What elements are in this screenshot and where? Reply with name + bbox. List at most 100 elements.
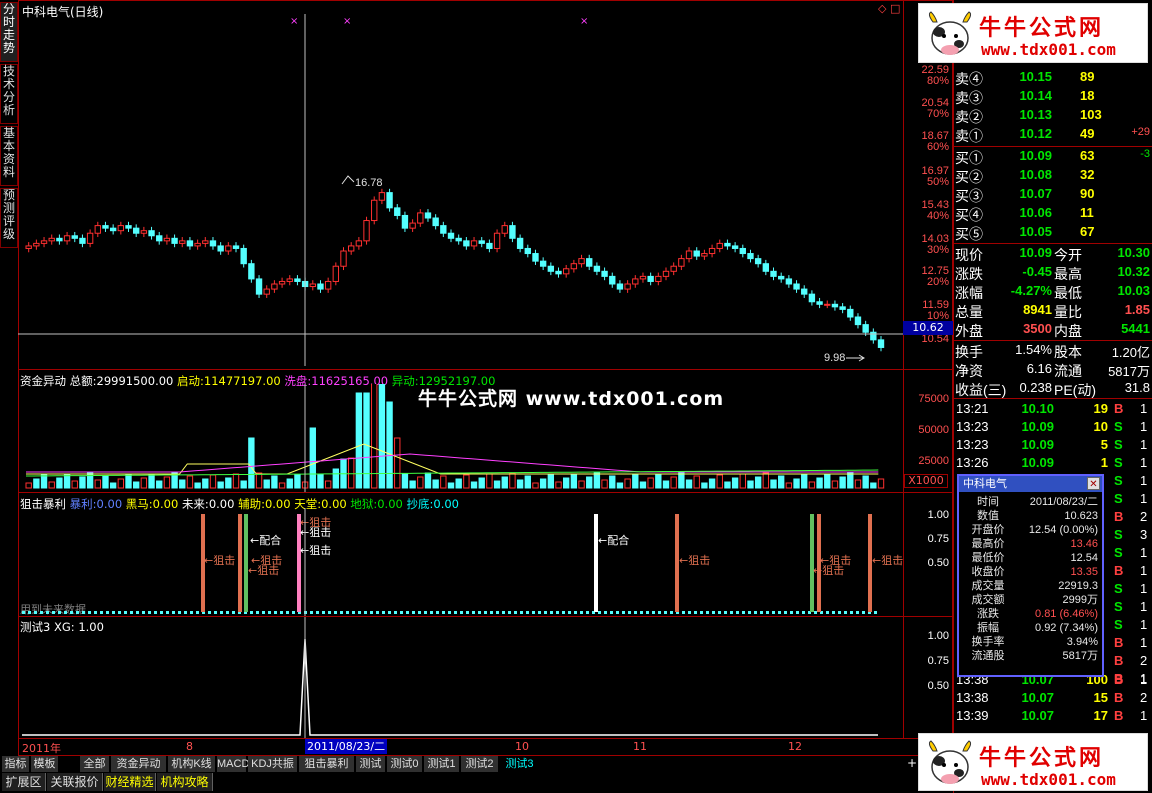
tick-volume: 15 xyxy=(1093,690,1108,705)
fund-key: 流通 xyxy=(1054,363,1082,379)
top-banner[interactable]: 牛牛公式网 www.tdx001.com xyxy=(918,3,1148,63)
pct-value: 70% xyxy=(926,108,949,120)
divider xyxy=(953,398,1152,399)
quote-key: 现价 xyxy=(955,247,983,263)
tick-volume: 5 xyxy=(1100,437,1108,452)
svg-text:9.98: 9.98 xyxy=(824,352,845,364)
close-icon[interactable]: ✕ xyxy=(1087,477,1100,490)
tick-count: 1 xyxy=(1140,635,1148,650)
quote-key: 量比 xyxy=(1054,304,1082,320)
tick-count: 1 xyxy=(1140,545,1148,560)
tick-price: 10.09 xyxy=(1021,437,1054,452)
tab-snipe[interactable]: 狙击暴利 xyxy=(299,756,355,772)
svg-text:×: × xyxy=(580,16,588,27)
funds-chart[interactable] xyxy=(18,384,903,492)
tab-intraday[interactable]: 分时走势 xyxy=(0,2,18,62)
tick-price: 10.10 xyxy=(1021,401,1054,416)
snipe-axis-075: 0.75 xyxy=(927,533,949,545)
quote-value: 10.03 xyxy=(1117,283,1150,298)
current-price-tag: 10.62 xyxy=(903,321,953,335)
tab-expand-area[interactable]: 扩展区 xyxy=(2,773,46,791)
tab-test0[interactable]: 测试0 xyxy=(387,756,423,772)
fund-value: 1.20亿 xyxy=(1111,345,1150,360)
quote-key: 最高 xyxy=(1054,266,1082,282)
add-tab-button[interactable]: + xyxy=(907,756,917,770)
selected-date: 2011/08/23/二 xyxy=(305,739,388,754)
sell-price[interactable]: 10.13 xyxy=(988,107,1052,126)
popup-title: 中科电气 xyxy=(963,477,1007,490)
tab-test1[interactable]: 测试1 xyxy=(424,756,460,772)
tab-inst-kline[interactable]: 机构K线 xyxy=(168,756,216,772)
snipe-chart[interactable]: ←狙击 ←狙击←狙击←狙击←配合←狙击 ←狙击←狙击←狙击←配合←狙击←狙击 xyxy=(18,508,903,616)
tab-inst-strategy[interactable]: 机构攻略 xyxy=(157,773,213,791)
tab-template[interactable]: 模板 xyxy=(31,756,59,772)
popup-titlebar: 中科电气 ✕ xyxy=(959,476,1102,492)
sell-price[interactable]: 10.12 xyxy=(988,126,1052,145)
tick-side: B xyxy=(1114,672,1124,687)
info-popup[interactable]: 中科电气 ✕ 时间 2011/08/23/二 数值 10.623 开盘价 12.54 (0… xyxy=(957,474,1104,677)
popup-row: 时间 2011/08/23/二 xyxy=(959,495,1102,509)
fund-key: 股本 xyxy=(1054,344,1082,360)
sell-price[interactable]: 10.14 xyxy=(988,88,1052,107)
popup-key: 成交额 xyxy=(971,594,1005,606)
buy-change xyxy=(1120,186,1150,205)
buy-level-label: 买④ xyxy=(955,207,983,223)
tick-side: S xyxy=(1114,599,1123,614)
svg-text:×: × xyxy=(290,16,298,27)
tab-test2[interactable]: 测试2 xyxy=(461,756,499,772)
tick-count: 1 xyxy=(1140,708,1148,723)
tab-funds[interactable]: 资金异动 xyxy=(111,756,167,772)
tick-side: S xyxy=(1114,473,1123,488)
tick-count: 1 xyxy=(1140,491,1148,506)
tab-kdj[interactable]: KDJ共振 xyxy=(248,756,298,772)
buy-price[interactable]: 10.05 xyxy=(988,224,1052,243)
buy-price[interactable]: 10.09 xyxy=(988,148,1052,167)
tab-related-quote[interactable]: 关联报价 xyxy=(47,773,103,791)
tick-side: B xyxy=(1114,401,1124,416)
tab-fundamentals[interactable]: 基本资料 xyxy=(0,126,18,186)
popup-value: 5817万 xyxy=(1062,650,1098,662)
buy-price[interactable]: 10.07 xyxy=(988,186,1052,205)
quote-key: 外盘 xyxy=(955,323,983,339)
popup-value: 22919.3 xyxy=(1058,580,1098,592)
tick-side: B xyxy=(1114,708,1124,723)
tab-all[interactable]: 全部 xyxy=(80,756,110,772)
popup-row: 最低价 12.54 xyxy=(959,551,1102,565)
year-label: 2011年 xyxy=(22,742,61,755)
panel-divider xyxy=(18,492,953,493)
tab-indicator[interactable]: 指标 xyxy=(2,756,30,772)
price-axis-label: 11.59 10% xyxy=(905,300,949,322)
tab-forecast[interactable]: 预测评级 xyxy=(0,188,18,248)
tab-test3[interactable]: 测试3 xyxy=(500,756,540,772)
pct-value: 30% xyxy=(926,244,949,256)
popup-key: 开盘价 xyxy=(971,524,1005,536)
banner-title: 牛牛公式网 xyxy=(979,746,1105,771)
tick-side: B xyxy=(1114,690,1124,705)
quote-value: -4.27% xyxy=(1010,283,1052,298)
tab-macd[interactable]: MACD xyxy=(217,756,249,772)
tab-test[interactable]: 测试 xyxy=(356,756,386,772)
popup-row: 最高价 13.46 xyxy=(959,537,1102,551)
buy-price[interactable]: 10.06 xyxy=(988,205,1052,224)
bottom-banner[interactable]: 牛牛公式网 www.tdx001.com xyxy=(918,733,1148,791)
sell-level-label: 卖① xyxy=(955,128,983,144)
divider xyxy=(953,146,1152,147)
tick-time: 13:23 xyxy=(956,437,989,452)
snipe-axis-05: 0.50 xyxy=(927,557,949,569)
popup-rows: 时间 2011/08/23/二 数值 10.623 开盘价 12.54 (0.00%) 最高… xyxy=(959,492,1102,663)
xg-chart[interactable] xyxy=(18,617,903,738)
test-axis-075: 0.75 xyxy=(927,655,949,667)
sell-price[interactable]: 10.15 xyxy=(988,69,1052,88)
popup-value: 0.81 (6.46%) xyxy=(1035,608,1098,620)
sell-change: +29 xyxy=(1131,126,1150,138)
tick-count: 1 xyxy=(1140,473,1148,488)
buy-price[interactable]: 10.08 xyxy=(988,167,1052,186)
tab-finance-picks[interactable]: 财经精选 xyxy=(104,773,156,791)
tick-side: S xyxy=(1114,617,1123,632)
fund-key: PE(动) xyxy=(1054,382,1096,398)
sell-level-label: 卖④ xyxy=(955,71,983,87)
tab-technical[interactable]: 技术分析 xyxy=(0,64,18,124)
candlestick-chart[interactable]: × × × 16.78 9.98 xyxy=(18,14,903,366)
sell-change xyxy=(1120,69,1150,88)
divider xyxy=(953,340,1152,341)
